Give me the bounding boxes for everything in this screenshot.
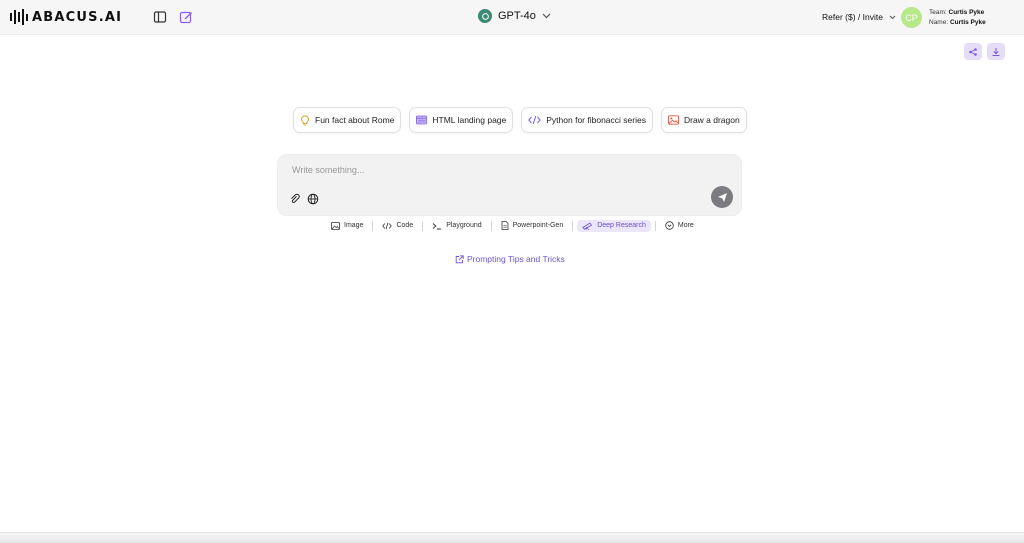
webpage-icon bbox=[416, 115, 428, 125]
bottom-edge bbox=[0, 532, 1024, 543]
lightbulb-icon bbox=[301, 115, 309, 125]
prompting-tips-link[interactable]: Prompting Tips and Tricks bbox=[455, 254, 565, 264]
suggestion-label: Python for fibonacci series bbox=[546, 115, 646, 125]
divider bbox=[572, 220, 574, 231]
divider bbox=[654, 220, 656, 231]
share-icon bbox=[969, 47, 977, 56]
sidebar-toggle-icon[interactable] bbox=[153, 10, 167, 24]
divider bbox=[372, 220, 374, 231]
tool-image[interactable]: Image bbox=[326, 220, 368, 232]
share-button[interactable] bbox=[964, 43, 982, 60]
tool-label: More bbox=[677, 222, 694, 229]
terminal-icon bbox=[432, 222, 442, 229]
chevron-down-icon bbox=[542, 13, 551, 19]
globe-icon[interactable] bbox=[307, 193, 319, 205]
divider bbox=[422, 220, 424, 231]
suggestion-chip-html[interactable]: HTML landing page bbox=[409, 107, 514, 133]
suggestion-chips: Fun fact about Rome HTML landing page Py… bbox=[293, 107, 747, 133]
model-name: GPT-4o bbox=[498, 10, 536, 22]
suggestion-chip-rome[interactable]: Fun fact about Rome bbox=[293, 107, 402, 133]
tool-label: Powerpoint-Gen bbox=[512, 222, 564, 229]
tool-label: Playground bbox=[446, 222, 482, 229]
suggestion-label: Draw a dragon bbox=[683, 115, 740, 125]
download-icon bbox=[992, 47, 1000, 56]
refer-invite-menu[interactable]: Refer ($) / Invite bbox=[822, 12, 896, 22]
tool-code[interactable]: Code bbox=[377, 220, 418, 232]
suggestion-label: HTML landing page bbox=[432, 115, 507, 125]
divider bbox=[490, 220, 492, 231]
code-icon bbox=[382, 222, 393, 229]
tools-bar: Image Code Playground Powerpoint-Gen Dee… bbox=[326, 219, 699, 232]
tool-label: Code bbox=[396, 222, 414, 229]
abacus-logo[interactable]: ABACUS.AI bbox=[10, 9, 122, 25]
tool-playground[interactable]: Playground bbox=[427, 220, 486, 232]
tool-deep-research[interactable]: Deep Research bbox=[577, 219, 651, 232]
chevron-down-icon bbox=[889, 15, 896, 19]
chevron-circle-icon bbox=[665, 221, 674, 230]
chat-composer bbox=[277, 154, 742, 216]
model-selector[interactable]: GPT-4o bbox=[478, 9, 551, 23]
image-icon bbox=[668, 115, 679, 125]
send-button[interactable] bbox=[711, 186, 733, 208]
code-icon bbox=[528, 115, 542, 125]
top-header: ABACUS.AI GPT-4o Refer ($) / Invite CP T… bbox=[0, 0, 1024, 35]
name-label: Name: bbox=[929, 19, 949, 26]
suggestion-label: Fun fact about Rome bbox=[315, 115, 395, 125]
refer-invite-label: Refer ($) / Invite bbox=[822, 12, 883, 22]
model-logo-icon bbox=[478, 9, 492, 23]
suggestion-chip-dragon[interactable]: Draw a dragon bbox=[660, 107, 747, 133]
user-info: Team: Curtis Pyke Name: Curtis Pyke bbox=[929, 8, 986, 28]
send-icon bbox=[717, 192, 727, 202]
tips-label: Prompting Tips and Tricks bbox=[467, 254, 565, 264]
name-value: Curtis Pyke bbox=[949, 19, 986, 26]
document-icon bbox=[501, 221, 509, 230]
logo-text: ABACUS.AI bbox=[32, 9, 123, 25]
paperclip-icon[interactable] bbox=[289, 193, 301, 205]
team-value: Curtis Pyke bbox=[948, 9, 985, 16]
external-link-icon bbox=[455, 254, 464, 263]
logo-mark-icon bbox=[10, 9, 28, 25]
chat-input[interactable] bbox=[290, 164, 714, 176]
new-chat-icon[interactable] bbox=[179, 10, 193, 24]
download-button[interactable] bbox=[987, 43, 1005, 60]
tool-label: Image bbox=[344, 222, 364, 229]
suggestion-chip-python[interactable]: Python for fibonacci series bbox=[521, 107, 653, 133]
telescope-icon bbox=[582, 221, 593, 230]
tool-more[interactable]: More bbox=[660, 219, 699, 232]
team-label: Team: bbox=[929, 9, 947, 16]
tool-powerpoint-gen[interactable]: Powerpoint-Gen bbox=[496, 219, 569, 232]
avatar[interactable]: CP bbox=[901, 7, 922, 28]
image-icon bbox=[331, 221, 340, 230]
tool-label: Deep Research bbox=[597, 222, 646, 229]
